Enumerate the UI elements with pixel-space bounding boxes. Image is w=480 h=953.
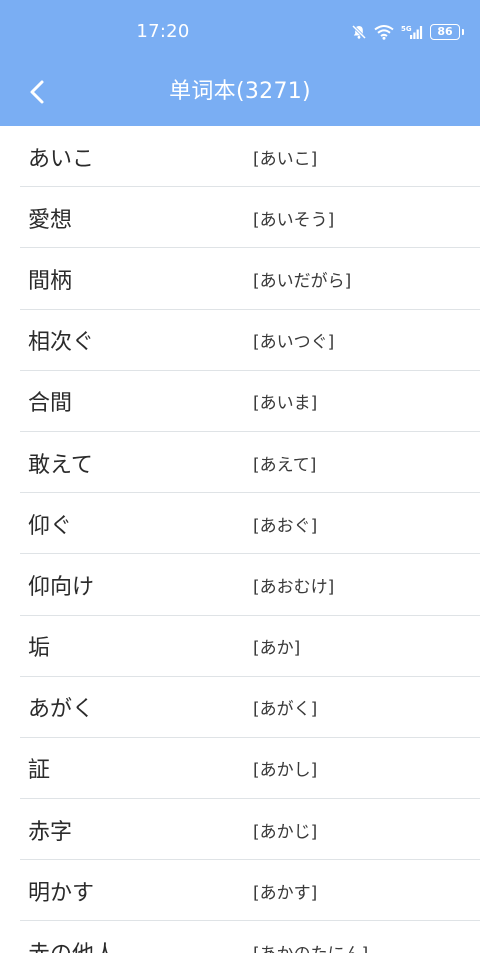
word-row[interactable]: 赤の他人 [あかのたにん] [0,921,480,953]
word-text: 敢えて [28,452,93,478]
word-text: 間柄 [28,268,73,294]
word-reading: [あがく] [253,699,318,720]
word-row[interactable]: 敢えて [あえて] [0,432,480,494]
word-reading: [あいそう] [253,210,335,231]
word-reading: [あおぐ] [253,516,318,537]
wifi-icon [374,24,394,40]
word-text: 仰ぐ [28,513,73,539]
word-text: 垢 [28,636,51,662]
word-row[interactable]: 愛想 [あいそう] [0,187,480,249]
word-row[interactable]: 垢 [あか] [0,616,480,677]
word-row[interactable]: 仰向け [あおむけ] [0,554,480,616]
status-icons: 5G 86 [351,22,464,42]
word-row[interactable]: 相次ぐ [あいつぐ] [0,310,480,371]
word-reading: [あえて] [253,455,317,476]
word-reading: [あかし] [253,760,318,781]
word-reading: [あか] [253,638,301,659]
word-text: 仰向け [28,574,95,600]
word-text: あいこ [28,146,95,172]
word-row[interactable]: 証 [あかし] [0,738,480,800]
word-row[interactable]: 明かす [あかす] [0,860,480,922]
word-text: 赤の他人 [28,936,116,953]
word-text: あがく [28,697,95,723]
word-reading: [あいこ] [253,149,318,170]
word-text: 合間 [28,391,73,417]
top-app-bar: 17:20 5G 86 单词本(3271) [0,0,480,126]
word-reading: [あかす] [253,883,318,904]
word-text: 赤字 [28,819,73,845]
word-list[interactable]: あいこ [あいこ] 愛想 [あいそう] 間柄 [あいだがら] 相次ぐ [あいつぐ… [0,126,480,953]
word-text: 明かす [28,880,95,906]
word-reading: [あかのたにん] [253,940,368,953]
word-reading: [あかじ] [253,822,318,843]
5g-signal-icon: 5G [401,24,423,40]
word-row[interactable]: 間柄 [あいだがら] [0,248,480,310]
word-reading: [あおむけ] [253,577,335,598]
battery-icon: 86 [430,24,464,40]
word-row[interactable]: あがく [あがく] [0,677,480,739]
mute-bell-icon [351,24,367,40]
word-reading: [あいま] [253,393,318,414]
word-text: 証 [28,758,51,784]
word-reading: [あいだがら] [253,271,352,292]
word-text: 相次ぐ [28,330,95,356]
word-text: 愛想 [28,207,73,233]
status-time: 17:20 [136,21,190,42]
word-row[interactable]: 赤字 [あかじ] [0,799,480,861]
word-row[interactable]: 合間 [あいま] [0,371,480,433]
word-row[interactable]: あいこ [あいこ] [0,126,480,188]
svg-text:5G: 5G [401,25,412,33]
page-title: 单词本(3271) [169,79,311,104]
word-row[interactable]: 仰ぐ [あおぐ] [0,493,480,555]
word-reading: [あいつぐ] [253,332,335,353]
